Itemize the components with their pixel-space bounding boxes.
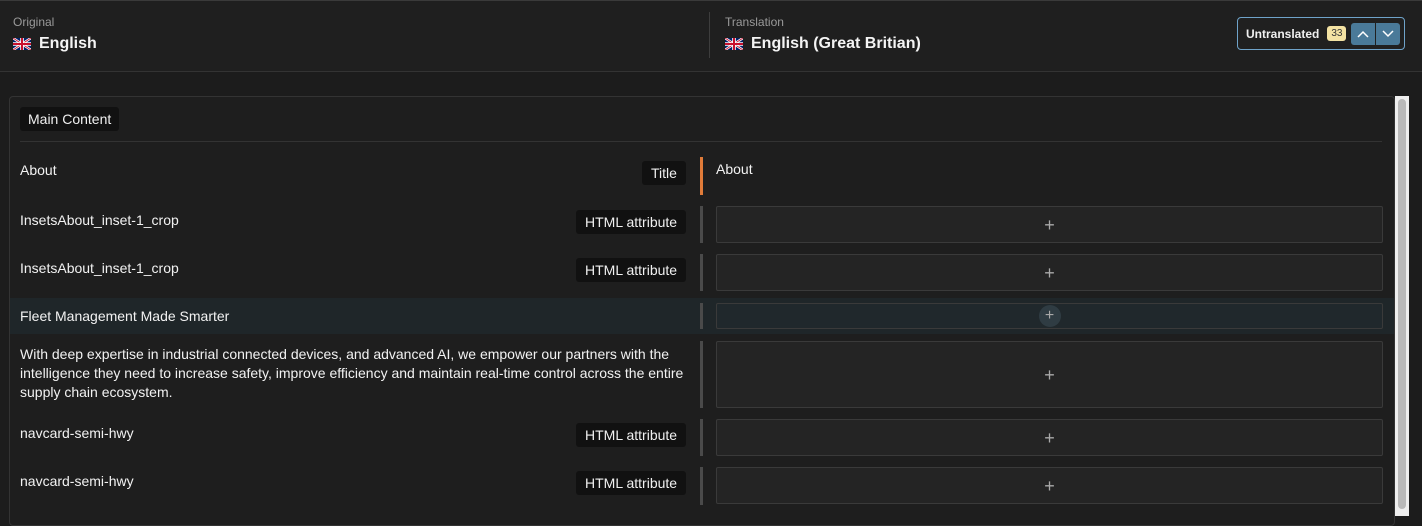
add-translation-button[interactable]: + bbox=[716, 467, 1383, 504]
translation-language-name: English (Great Britian) bbox=[751, 35, 921, 52]
row-status-bar bbox=[700, 419, 703, 456]
table-row: With deep expertise in industrial connec… bbox=[10, 336, 1394, 412]
untranslated-label: Untranslated bbox=[1246, 26, 1320, 41]
section-divider bbox=[20, 141, 1382, 142]
translation-text[interactable]: About bbox=[716, 161, 753, 177]
translation-language: Translation English (Great Britian) bbox=[725, 15, 921, 53]
row-status-bar bbox=[700, 467, 703, 505]
source-text: About bbox=[20, 162, 57, 178]
add-translation-button[interactable]: + bbox=[716, 254, 1383, 291]
next-untranslated-button[interactable] bbox=[1376, 23, 1400, 45]
panel-scrollbar[interactable] bbox=[1395, 96, 1409, 516]
plus-icon: + bbox=[1044, 262, 1055, 283]
translation-label: Translation bbox=[725, 15, 784, 29]
row-type-tag: HTML attribute bbox=[576, 258, 687, 282]
row-type-tag: HTML attribute bbox=[576, 210, 687, 234]
header-divider bbox=[709, 12, 710, 58]
row-status-bar bbox=[700, 206, 703, 243]
untranslated-count-badge: 33 bbox=[1327, 26, 1347, 41]
table-row: Fleet Management Made Smarter + bbox=[10, 298, 1394, 334]
scrollbar-thumb[interactable] bbox=[1398, 99, 1406, 509]
row-status-bar bbox=[700, 341, 703, 408]
add-translation-button[interactable]: + bbox=[716, 303, 1383, 329]
plus-icon: + bbox=[1044, 475, 1055, 496]
untranslated-filter[interactable]: Untranslated 33 bbox=[1237, 17, 1405, 50]
add-translation-button[interactable]: + bbox=[716, 419, 1383, 456]
original-language: Original English bbox=[13, 15, 97, 53]
original-label: Original bbox=[13, 15, 55, 29]
table-row: navcard-semi-hwy HTML attribute + bbox=[10, 414, 1394, 462]
plus-icon: + bbox=[1044, 427, 1055, 448]
add-translation-button[interactable]: + bbox=[716, 206, 1383, 243]
language-header: Original English Translation English (Gr bbox=[0, 0, 1422, 72]
row-type-tag: Title bbox=[642, 161, 686, 185]
source-text: With deep expertise in industrial connec… bbox=[20, 346, 684, 400]
plus-icon: + bbox=[1038, 305, 1061, 327]
table-row: InsetsAbout_inset-1_crop HTML attribute … bbox=[10, 248, 1394, 296]
uk-flag-icon bbox=[725, 38, 743, 50]
uk-flag-icon bbox=[13, 38, 31, 50]
table-row: navcard-semi-hwy HTML attribute + bbox=[10, 462, 1394, 510]
row-status-bar bbox=[700, 303, 703, 329]
add-translation-button[interactable]: + bbox=[716, 341, 1383, 408]
original-language-name: English bbox=[39, 35, 97, 52]
row-type-tag: HTML attribute bbox=[576, 423, 687, 447]
row-status-bar bbox=[700, 254, 703, 291]
source-text: Fleet Management Made Smarter bbox=[20, 308, 230, 324]
chevron-down-icon bbox=[1382, 30, 1394, 38]
row-status-bar bbox=[700, 157, 703, 195]
plus-icon: + bbox=[1044, 214, 1055, 235]
section-label: Main Content bbox=[20, 107, 120, 131]
plus-icon: + bbox=[1044, 364, 1055, 385]
chevron-up-icon bbox=[1357, 30, 1369, 38]
row-type-tag: HTML attribute bbox=[576, 471, 687, 495]
table-row: InsetsAbout_inset-1_crop HTML attribute … bbox=[10, 200, 1394, 248]
table-row: About Title About bbox=[10, 152, 1394, 198]
previous-untranslated-button[interactable] bbox=[1351, 23, 1375, 45]
